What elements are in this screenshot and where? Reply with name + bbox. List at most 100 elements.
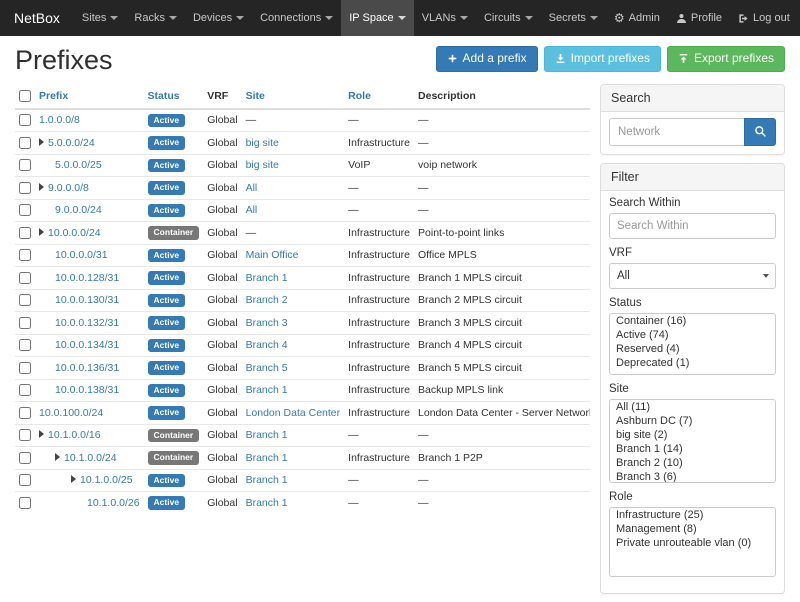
- prefix-link[interactable]: 10.0.0.136/31: [55, 362, 119, 374]
- prefix-link[interactable]: 1.0.0.0/8: [39, 114, 80, 126]
- nav-item-ip-space[interactable]: IP Space: [341, 0, 413, 36]
- import-prefixes-button[interactable]: Import prefixes: [544, 46, 661, 72]
- site-link[interactable]: Branch 1: [246, 452, 288, 464]
- site-link[interactable]: Branch 3: [246, 317, 288, 329]
- filter-select-vrf[interactable]: All: [609, 263, 776, 289]
- listbox-option[interactable]: big site (2): [610, 428, 775, 442]
- row-checkbox[interactable]: [19, 227, 31, 239]
- site-link[interactable]: Branch 1: [246, 497, 288, 509]
- nav-item-connections[interactable]: Connections: [252, 0, 341, 36]
- prefix-link[interactable]: 10.0.0.132/31: [55, 317, 119, 329]
- row-checkbox[interactable]: [19, 497, 31, 509]
- row-checkbox[interactable]: [19, 294, 31, 306]
- listbox-option[interactable]: Branch 1 (14): [610, 442, 775, 456]
- row-checkbox[interactable]: [19, 429, 31, 441]
- table-row: 9.0.0.0/8ActiveGlobalAll——: [15, 177, 590, 200]
- site-link[interactable]: Branch 4: [246, 339, 288, 351]
- column-header-prefix: Prefix: [35, 84, 144, 109]
- nav-item-sites[interactable]: Sites: [74, 0, 126, 36]
- site-link[interactable]: Branch 1: [246, 384, 288, 396]
- site-link[interactable]: Branch 1: [246, 429, 288, 441]
- vrf-cell: Global: [203, 222, 241, 245]
- site-cell: big site: [242, 154, 345, 177]
- row-checkbox[interactable]: [19, 249, 31, 261]
- prefix-link[interactable]: 10.0.100.0/24: [39, 407, 103, 419]
- prefix-link[interactable]: 5.0.0.0/25: [55, 159, 102, 171]
- listbox-option[interactable]: Ashburn DC (7): [610, 414, 775, 428]
- brand[interactable]: NetBox: [0, 0, 74, 36]
- add-a-prefix-button[interactable]: Add a prefix: [436, 46, 538, 72]
- row-checkbox[interactable]: [19, 384, 31, 396]
- prefix-link[interactable]: 9.0.0.0/24: [55, 204, 102, 216]
- site-link[interactable]: All: [246, 182, 258, 194]
- nav-item-vlans[interactable]: VLANs: [414, 0, 476, 36]
- site-link[interactable]: Main Office: [246, 249, 299, 261]
- site-link[interactable]: London Data Center: [246, 407, 341, 419]
- row-checkbox[interactable]: [19, 474, 31, 486]
- prefix-link[interactable]: 10.1.0.0/16: [48, 429, 101, 441]
- nav-item-racks[interactable]: Racks: [126, 0, 185, 36]
- select-all-checkbox[interactable]: [19, 90, 31, 102]
- prefix-link[interactable]: 10.1.0.0/25: [80, 474, 133, 486]
- row-checkbox[interactable]: [19, 204, 31, 216]
- checkbox-cell: [15, 177, 35, 200]
- row-checkbox[interactable]: [19, 452, 31, 464]
- site-link[interactable]: big site: [246, 137, 279, 149]
- prefix-link[interactable]: 10.0.0.130/31: [55, 294, 119, 306]
- site-link[interactable]: All: [246, 204, 258, 216]
- site-link[interactable]: Branch 2: [246, 294, 288, 306]
- column-sort-link[interactable]: Site: [246, 90, 265, 102]
- listbox-option[interactable]: Infrastructure (25): [610, 508, 775, 522]
- site-link[interactable]: Branch 1: [246, 272, 288, 284]
- prefix-link[interactable]: 10.1.0.0/24: [64, 452, 117, 464]
- prefix-link[interactable]: 10.0.0.138/31: [55, 384, 119, 396]
- prefix-link[interactable]: 10.0.0.134/31: [55, 339, 119, 351]
- listbox-option[interactable]: Deprecated (1): [610, 356, 775, 370]
- nav-item-secrets[interactable]: Secrets: [541, 0, 606, 36]
- site-link[interactable]: big site: [246, 159, 279, 171]
- listbox-option[interactable]: Reserved (4): [610, 342, 775, 356]
- export-prefixes-button[interactable]: Export prefixes: [667, 46, 785, 72]
- listbox-option[interactable]: All (11): [610, 400, 775, 414]
- column-header-role: Role: [344, 84, 414, 109]
- listbox-option[interactable]: Management (8): [610, 522, 775, 536]
- status-cell: Active: [144, 199, 204, 222]
- row-checkbox[interactable]: [19, 272, 31, 284]
- listbox-option[interactable]: Active (74): [610, 328, 775, 342]
- row-checkbox[interactable]: [19, 114, 31, 126]
- nav-item-admin[interactable]: ⚙Admin: [606, 0, 668, 36]
- column-sort-link[interactable]: Prefix: [39, 90, 68, 102]
- prefix-link[interactable]: 10.0.0.0/31: [55, 249, 108, 261]
- listbox-option[interactable]: Branch 2 (10): [610, 456, 775, 470]
- search-input[interactable]: [609, 118, 744, 146]
- listbox-option[interactable]: Container (16): [610, 314, 775, 328]
- filter-listbox-role[interactable]: Infrastructure (25)Management (8)Private…: [609, 507, 776, 577]
- filter-input-search-within[interactable]: [609, 213, 776, 239]
- row-checkbox[interactable]: [19, 362, 31, 374]
- prefix-link[interactable]: 10.1.0.0/26: [87, 497, 140, 509]
- nav-item-circuits[interactable]: Circuits: [476, 0, 541, 36]
- prefix-link[interactable]: 5.0.0.0/24: [48, 137, 95, 149]
- listbox-option[interactable]: Private unrouteable vlan (0): [610, 536, 775, 550]
- listbox-option[interactable]: Branch 3 (6): [610, 470, 775, 483]
- site-link[interactable]: Branch 5: [246, 362, 288, 374]
- site-link[interactable]: Branch 1: [246, 474, 288, 486]
- row-checkbox[interactable]: [19, 137, 31, 149]
- row-checkbox[interactable]: [19, 339, 31, 351]
- filter-listbox-status[interactable]: Container (16)Active (74)Reserved (4)Dep…: [609, 313, 776, 375]
- row-checkbox[interactable]: [19, 407, 31, 419]
- column-sort-link[interactable]: Role: [348, 90, 371, 102]
- nav-item-devices[interactable]: Devices: [185, 0, 252, 36]
- prefix-link[interactable]: 10.0.0.128/31: [55, 272, 119, 284]
- prefix-link[interactable]: 9.0.0.0/8: [48, 182, 89, 194]
- nav-item-log-out[interactable]: Log out: [730, 0, 798, 36]
- column-sort-link[interactable]: Status: [148, 90, 180, 102]
- row-checkbox[interactable]: [19, 317, 31, 329]
- nav-item-profile[interactable]: Profile: [668, 0, 730, 36]
- search-button[interactable]: [744, 118, 776, 146]
- vrf-cell: Global: [203, 154, 241, 177]
- row-checkbox[interactable]: [19, 182, 31, 194]
- prefix-link[interactable]: 10.0.0.0/24: [48, 227, 101, 239]
- row-checkbox[interactable]: [19, 159, 31, 171]
- filter-listbox-site[interactable]: All (11)Ashburn DC (7)big site (2)Branch…: [609, 399, 776, 483]
